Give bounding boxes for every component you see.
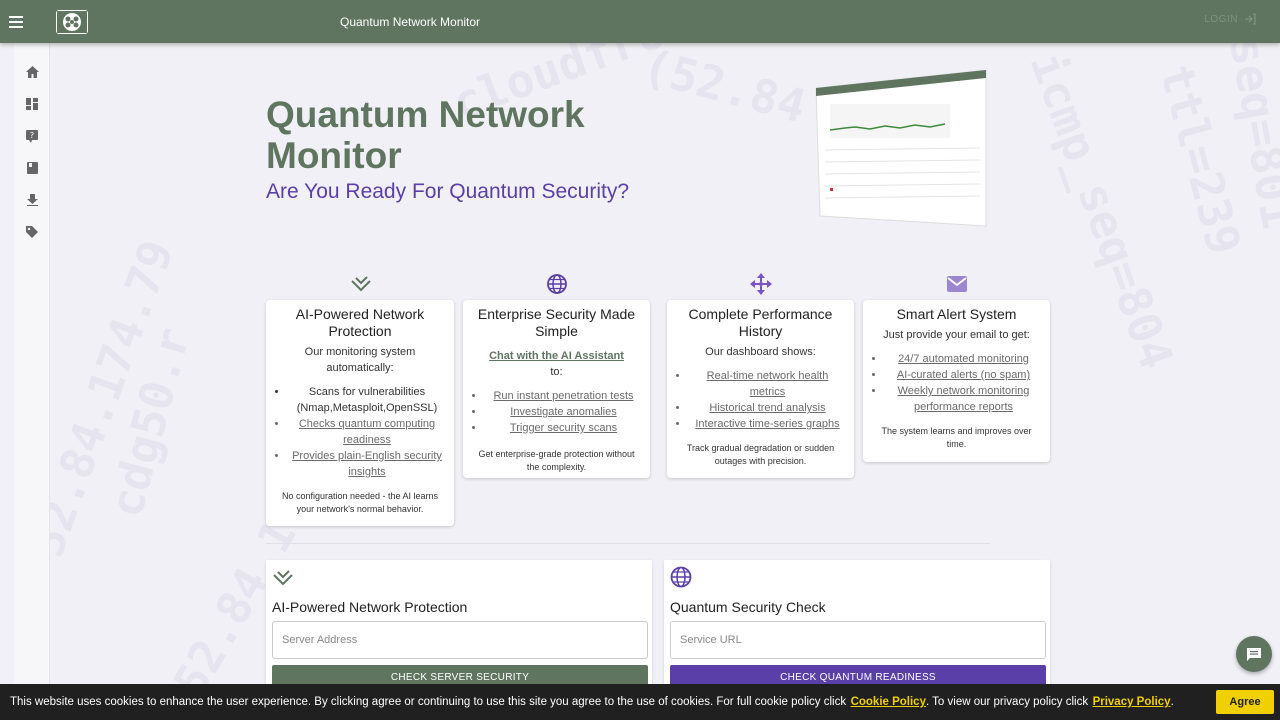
network-check-icon bbox=[273, 570, 293, 586]
cookie-text-2: . To view our privacy policy click bbox=[925, 696, 1089, 708]
chat-assistant-link[interactable]: Chat with the AI Assistant bbox=[489, 350, 624, 362]
list-item[interactable]: AI-curated alerts (no spam) bbox=[885, 367, 1042, 383]
svg-text:cdg50.r: cdg50.r bbox=[98, 322, 200, 523]
card-title: Complete Performance History bbox=[688, 306, 833, 339]
dashboard-icon[interactable] bbox=[14, 88, 50, 120]
tag-icon[interactable] bbox=[14, 216, 50, 248]
help-icon[interactable]: ? bbox=[14, 120, 50, 152]
panel-title: Quantum Security Check bbox=[670, 599, 826, 615]
globe-icon bbox=[545, 272, 569, 296]
network-check-icon bbox=[349, 272, 373, 296]
card-list: 24/7 automated monitoring AI-curated ale… bbox=[871, 351, 1042, 415]
feature-card-performance-history: Complete Performance History Our dashboa… bbox=[667, 300, 854, 478]
card-footer: Track gradual degradation or sudden outa… bbox=[686, 443, 835, 466]
list-item[interactable]: Run instant penetration tests bbox=[485, 388, 642, 404]
menu-icon[interactable] bbox=[0, 0, 32, 43]
quantum-security-panel: Quantum Security Check Service URL CHECK… bbox=[664, 560, 1050, 689]
chat-suffix: to: bbox=[550, 366, 563, 378]
login-icon bbox=[1245, 13, 1256, 25]
svg-text:(52.84: (52.84 bbox=[637, 38, 811, 133]
card-title: Enterprise Security Made Simple bbox=[477, 306, 636, 339]
login-button[interactable]: LOGIN bbox=[1204, 13, 1256, 25]
svg-text:seq=801: seq=801 bbox=[1219, 33, 1280, 233]
list-item: Scans for vulnerabilities (Nmap,Metasplo… bbox=[288, 384, 446, 416]
feature-card-ai-protection: AI-Powered Network Protection Our monito… bbox=[266, 300, 454, 526]
card-intro: Chat with the AI Assistant to: bbox=[471, 348, 642, 380]
book-icon[interactable] bbox=[14, 152, 50, 184]
cookie-banner: This website uses cookies to enhance the… bbox=[0, 684, 1280, 720]
server-address-input[interactable]: Server Address bbox=[272, 621, 648, 659]
card-title: Smart Alert System bbox=[896, 306, 1017, 322]
card-footer: Get enterprise-grade protection without … bbox=[478, 449, 635, 472]
dashboard-preview-image bbox=[790, 69, 990, 230]
list-item[interactable]: Investigate anomalies bbox=[485, 404, 642, 420]
home-icon[interactable] bbox=[14, 56, 50, 88]
card-intro: Our monitoring system automatically: bbox=[304, 346, 416, 374]
login-label: LOGIN bbox=[1204, 13, 1238, 25]
list-item[interactable]: Weekly network monitoring performance re… bbox=[885, 383, 1042, 415]
sidebar-nav: ? bbox=[14, 43, 50, 720]
app-title: Quantum Network Monitor bbox=[340, 14, 481, 29]
card-list: Run instant penetration tests Investigat… bbox=[471, 388, 642, 436]
chat-icon[interactable] bbox=[1236, 636, 1272, 672]
download-icon[interactable] bbox=[14, 184, 50, 216]
list-item[interactable]: 24/7 automated monitoring bbox=[885, 351, 1042, 367]
panel-title: AI-Powered Network Protection bbox=[272, 599, 468, 615]
card-footer: No configuration needed - the AI learns … bbox=[281, 491, 439, 514]
cookie-text-3: . bbox=[1170, 696, 1174, 708]
card-list: Scans for vulnerabilities (Nmap,Metasplo… bbox=[274, 384, 446, 480]
app-logo[interactable] bbox=[56, 9, 88, 34]
list-item[interactable]: Checks quantum computing readiness bbox=[288, 416, 446, 448]
feature-card-smart-alerts: Smart Alert System Just provide your ema… bbox=[863, 300, 1050, 462]
card-footer: The system learns and improves over time… bbox=[881, 426, 1032, 449]
svg-text:?: ? bbox=[30, 131, 34, 140]
hero-title: Quantum Network Monitor bbox=[266, 94, 585, 176]
card-intro: Just provide your email to get: bbox=[883, 329, 1030, 341]
section-divider bbox=[266, 543, 990, 544]
list-item[interactable]: Provides plain-English security insights bbox=[288, 448, 446, 480]
hero-subtitle: Are You Ready For Quantum Security? bbox=[266, 180, 630, 203]
card-list: Real-time network health metrics Histori… bbox=[675, 368, 846, 432]
globe-icon bbox=[670, 566, 692, 588]
list-item[interactable]: Trigger security scans bbox=[485, 420, 642, 436]
svg-text:ttl=239: ttl=239 bbox=[1149, 59, 1251, 260]
card-intro: Our dashboard shows: bbox=[705, 346, 816, 358]
cookie-text: This website uses cookies to enhance the… bbox=[10, 696, 847, 708]
server-security-panel: AI-Powered Network Protection Server Add… bbox=[266, 560, 652, 689]
privacy-policy-link[interactable]: Privacy Policy bbox=[1093, 696, 1171, 708]
move-arrows-icon bbox=[749, 272, 773, 296]
list-item[interactable]: Historical trend analysis bbox=[689, 400, 846, 416]
mail-icon bbox=[945, 272, 969, 296]
top-app-bar: Quantum Network Monitor LOGIN bbox=[0, 0, 1280, 43]
agree-button[interactable]: Agree bbox=[1216, 690, 1274, 714]
service-url-input[interactable]: Service URL bbox=[670, 621, 1046, 659]
cookie-policy-link[interactable]: Cookie Policy bbox=[851, 696, 926, 708]
feature-card-enterprise-security: Enterprise Security Made Simple Chat wit… bbox=[463, 300, 650, 478]
card-title: AI-Powered Network Protection bbox=[295, 306, 425, 339]
list-item[interactable]: Real-time network health metrics bbox=[689, 368, 846, 400]
list-item[interactable]: Interactive time-series graphs bbox=[689, 416, 846, 432]
